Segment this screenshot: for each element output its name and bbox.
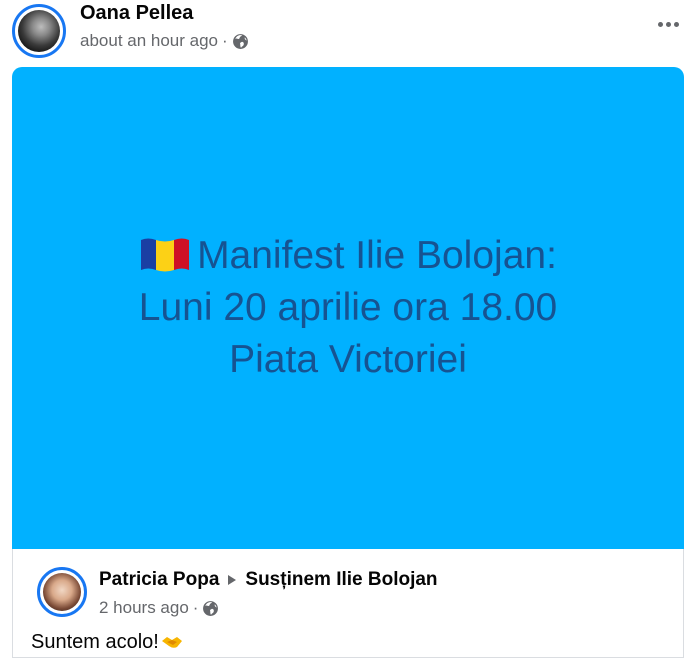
more-options-button[interactable] xyxy=(650,10,686,38)
shared-post-card[interactable]: Patricia Popa Susținem Ilie Bolojan 2 ho… xyxy=(12,549,684,658)
post-header: Oana Pellea about an hour ago · xyxy=(0,0,700,62)
globe-icon[interactable] xyxy=(232,33,249,50)
shared-author-row: Patricia Popa Susținem Ilie Bolojan xyxy=(99,569,438,591)
post-timestamp[interactable]: about an hour ago xyxy=(80,31,218,51)
shared-meta-separator: · xyxy=(192,598,199,617)
group-name[interactable]: Susținem Ilie Bolojan xyxy=(245,569,437,591)
post-image-line-3: Piata Victoriei xyxy=(229,338,467,381)
meta-separator: · xyxy=(222,31,228,50)
post-image[interactable]: Manifest Ilie Bolojan: Luni 20 aprilie o… xyxy=(12,67,684,549)
globe-icon[interactable] xyxy=(202,600,219,617)
more-horizontal-icon xyxy=(657,21,663,27)
triangle-right-icon xyxy=(228,575,237,585)
shared-post-text: Suntem acolo! xyxy=(31,631,183,654)
post-image-line-1: Manifest Ilie Bolojan: xyxy=(139,230,557,282)
handshake-icon xyxy=(161,637,182,648)
shared-author-name[interactable]: Patricia Popa xyxy=(99,569,219,591)
shared-meta: 2 hours ago · xyxy=(99,598,219,618)
author-name[interactable]: Oana Pellea xyxy=(80,2,193,25)
shared-author-avatar[interactable] xyxy=(37,567,87,617)
romania-flag-icon xyxy=(141,238,190,272)
post-image-line-2: Luni 20 aprilie ora 18.00 xyxy=(138,286,558,329)
author-avatar[interactable] xyxy=(12,4,66,58)
post-meta: about an hour ago · xyxy=(80,30,249,52)
shared-timestamp[interactable]: 2 hours ago xyxy=(99,598,189,618)
